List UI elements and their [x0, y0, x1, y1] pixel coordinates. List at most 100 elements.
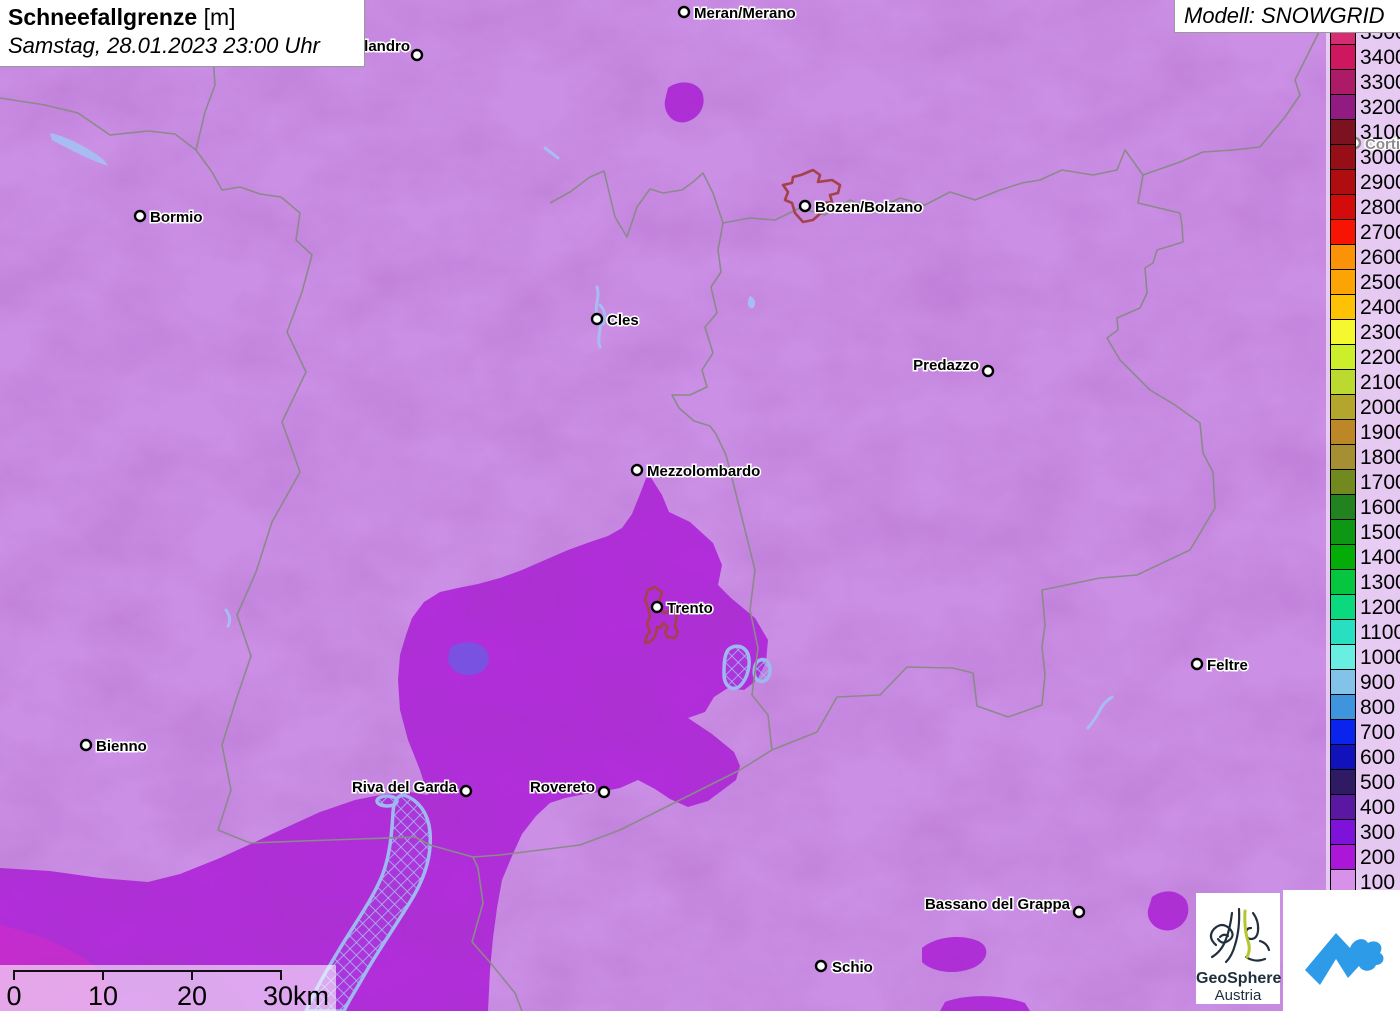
colorbar-label: 400: [1360, 796, 1396, 819]
colorbar-cell: [1330, 169, 1356, 195]
city-label-rovereto: Rovereto: [530, 779, 595, 796]
city-dot-bassano: [1072, 905, 1086, 919]
colorbar-cell: [1330, 44, 1356, 70]
colorbar-cell: [1330, 419, 1356, 445]
geosphere-logo-icon: [1209, 907, 1271, 964]
city-label-trento: Trento: [667, 600, 713, 617]
city-dot-cles: [590, 312, 604, 326]
city-label-bienno: Bienno: [96, 738, 147, 755]
city-label-mezzolombardo: Mezzolombardo: [647, 463, 760, 480]
colorbar-cell: [1330, 294, 1356, 320]
colorbar-cell: [1330, 844, 1356, 870]
colorbar-label: 1000: [1360, 646, 1400, 669]
geosphere-logo-country: Austria: [1214, 987, 1262, 1004]
colorbar-cell: [1330, 119, 1356, 145]
scalebar-tick-20: 20: [177, 981, 207, 1011]
city-dot-mezzolombardo: [630, 463, 644, 477]
city-label-bozen: Bozen/Bolzano: [815, 199, 923, 216]
colorbar-cell: [1330, 244, 1356, 270]
colorbar-cell: [1330, 569, 1356, 595]
title-box: Schneefallgrenze [m] Samstag, 28.01.2023…: [0, 0, 365, 67]
city-dot-rovereto: [597, 785, 611, 799]
colorbar-label: 700: [1360, 721, 1396, 744]
colorbar-label: 800: [1360, 696, 1396, 719]
colorbar-cell: [1330, 69, 1356, 95]
variable-name: Schneefallgrenze: [8, 4, 198, 30]
snowgrid-map-viewer: Cortina /Silandro Meran/Merano Bozen/Bol…: [0, 0, 1400, 1011]
colorbar-cell: [1330, 194, 1356, 220]
colorbar-cell: [1330, 219, 1356, 245]
colorbar-cell: [1330, 694, 1356, 720]
colorbar-cell: [1330, 394, 1356, 420]
colorbar-label: 2100: [1360, 371, 1400, 394]
colorbar-cell: [1330, 269, 1356, 295]
lake-tenno: [375, 794, 399, 808]
colorbar-label: 1600: [1360, 496, 1400, 519]
mountain-cloud-icon: [1305, 933, 1384, 985]
colorbar-label: 900: [1360, 671, 1396, 694]
colorbar-label: 2300: [1360, 321, 1400, 344]
colorbar-label: 3400: [1360, 46, 1400, 69]
city-dot-bozen: [798, 199, 812, 213]
scalebar-tick-0: 0: [6, 981, 21, 1011]
colorbar-cell: [1330, 319, 1356, 345]
city-label-feltre: Feltre: [1207, 657, 1248, 674]
colorbar-label: 1700: [1360, 471, 1400, 494]
colorbar-label: 2200: [1360, 346, 1400, 369]
scalebar-graphic: 0 10 20 30km: [6, 970, 329, 1011]
colorbar-cell: [1330, 644, 1356, 670]
geosphere-logo-box: GeoSphere Austria: [1196, 893, 1282, 1004]
colorbar-label: 2800: [1360, 196, 1400, 219]
colorbar-cell: [1330, 544, 1356, 570]
colorbar-label: 1200: [1360, 596, 1400, 619]
colorbar-cell: [1330, 769, 1356, 795]
city-dot-schio: [814, 959, 828, 973]
colorbar-cell: [1330, 344, 1356, 370]
colorbar-cell: [1330, 469, 1356, 495]
colorbar-cell: [1330, 144, 1356, 170]
colorbar-cell: [1330, 494, 1356, 520]
avalanche-logo-box: [1283, 890, 1400, 1011]
city-label-cles: Cles: [607, 312, 639, 329]
city-label-bormio: Bormio: [150, 209, 203, 226]
colorbar-label: 300: [1360, 821, 1396, 844]
colorbar-label: 1400: [1360, 546, 1400, 569]
city-dot-riva: [459, 784, 473, 798]
hillshade-texture: [0, 0, 1400, 1011]
city-dot-bienno: [79, 738, 93, 752]
colorbar-cell: [1330, 519, 1356, 545]
scalebar-tick-30km: 30km: [263, 981, 329, 1011]
geosphere-logo-name: GeoSphere: [1196, 970, 1282, 987]
colorbar-label: 2000: [1360, 396, 1400, 419]
colorbar-label: 2900: [1360, 171, 1400, 194]
colorbar-cell: [1330, 94, 1356, 120]
city-dot-meran: [677, 5, 691, 19]
city-label-bassano: Bassano del Grappa: [925, 896, 1071, 913]
scalebar-tick-10: 10: [88, 981, 118, 1011]
variable-unit: [m]: [203, 4, 236, 30]
city-dot-feltre: [1190, 657, 1204, 671]
colorbar-label: 3200: [1360, 96, 1400, 119]
colorbar-label: 3300: [1360, 71, 1400, 94]
colorbar-cell: [1330, 819, 1356, 845]
city-dot-bormio: [133, 209, 147, 223]
colorbar-label: 600: [1360, 746, 1396, 769]
city-label-meran: Meran/Merano: [694, 5, 796, 22]
colorbar-label: 1900: [1360, 421, 1400, 444]
city-label-schio: Schio: [832, 959, 873, 976]
city-dot-trento: [650, 600, 664, 614]
colorbar-label: 2500: [1360, 271, 1400, 294]
city-dot-silandro: [410, 48, 424, 62]
colorbar-cell: [1330, 444, 1356, 470]
colorbar-label: 1800: [1360, 446, 1400, 469]
colorbar-cell: [1330, 669, 1356, 695]
lake-caldonazzo: [722, 644, 751, 691]
page-title: Schneefallgrenze [m]: [8, 3, 354, 32]
valid-datetime: Samstag, 28.01.2023 23:00 Uhr: [8, 33, 320, 58]
colorbar-label: 1300: [1360, 571, 1400, 594]
city-dot-predazzo: [981, 364, 995, 378]
colorbar-label: 1500: [1360, 521, 1400, 544]
colorbar-cell: [1330, 594, 1356, 620]
colorbar-label: 2700: [1360, 221, 1400, 244]
colorbar-label: 1100: [1360, 621, 1400, 644]
